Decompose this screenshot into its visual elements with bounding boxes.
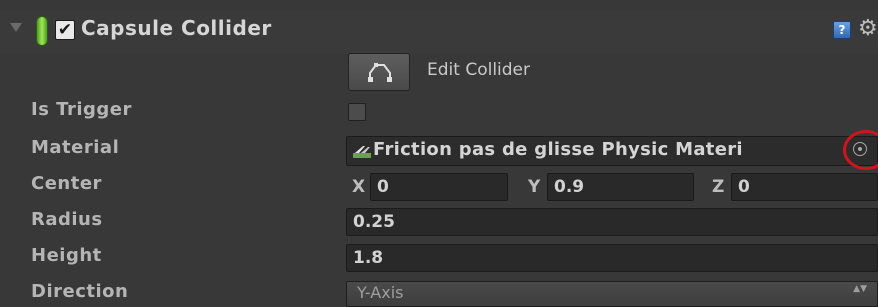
edit-collider-button[interactable]: [348, 53, 410, 91]
material-field[interactable]: Friction pas de glisse Physic Materi: [346, 136, 878, 166]
center-z-label[interactable]: Z: [712, 177, 724, 197]
height-label: Height: [31, 245, 102, 266]
foldout-arrow-icon[interactable]: [10, 23, 22, 32]
center-label: Center: [31, 173, 102, 194]
edit-collider-icon: [368, 63, 392, 82]
component-title: Capsule Collider: [81, 16, 272, 40]
radius-field[interactable]: 0.25: [346, 208, 878, 236]
direction-dropdown[interactable]: Y-Axis ▲▼: [346, 281, 878, 307]
center-x-field[interactable]: 0: [370, 173, 508, 201]
center-y-label[interactable]: Y: [528, 177, 540, 197]
edit-collider-label: Edit Collider: [427, 60, 531, 80]
capsule-collider-inspector: ✔ Capsule Collider ? ⚙ Edit Collider Is …: [0, 0, 878, 307]
gear-icon[interactable]: ⚙: [858, 15, 878, 43]
is-trigger-checkbox[interactable]: [348, 103, 366, 121]
material-label: Material: [31, 137, 120, 158]
capsule-icon: [36, 16, 48, 46]
radius-label: Radius: [31, 209, 103, 230]
direction-value: Y-Axis: [357, 283, 404, 302]
help-icon[interactable]: ?: [833, 21, 851, 39]
is-trigger-label: Is Trigger: [31, 99, 132, 120]
enabled-checkbox[interactable]: ✔: [55, 20, 75, 40]
center-x-label[interactable]: X: [352, 177, 365, 197]
direction-label: Direction: [31, 281, 129, 302]
material-value: Friction pas de glisse Physic Materi: [373, 139, 743, 160]
physic-material-icon: [353, 146, 371, 158]
center-y-field[interactable]: 0.9: [547, 173, 694, 201]
dropdown-arrows-icon: ▲▼: [853, 284, 867, 294]
center-z-field[interactable]: 0: [731, 173, 878, 201]
height-field[interactable]: 1.8: [346, 244, 878, 272]
